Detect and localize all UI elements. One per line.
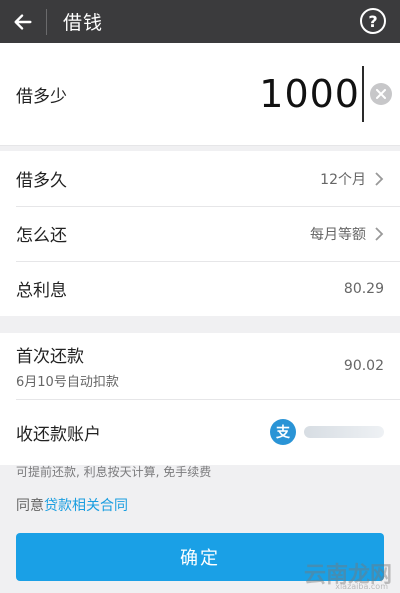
repayment-method-value: 每月等额 [310, 224, 384, 244]
amount-input[interactable]: 1000 [259, 66, 400, 122]
alipay-icon: 支 [270, 419, 296, 445]
masked-account-text [304, 426, 384, 438]
clear-x-icon [376, 89, 386, 99]
repayment-method-value-text: 每月等额 [310, 226, 366, 243]
clear-button[interactable] [370, 83, 392, 105]
contract-link[interactable]: 贷款相关合同 [44, 498, 128, 514]
first-payment-row: 首次还款 6月10号自动扣款 90.02 [0, 333, 400, 399]
account-row[interactable]: 收还款账户 支 [0, 399, 400, 465]
amount-card: 借多少 1000 [0, 43, 400, 146]
payment-card: 首次还款 6月10号自动扣款 90.02 收还款账户 支 [0, 333, 400, 465]
text-caret [362, 66, 364, 122]
agreement-prefix: 同意 [16, 498, 44, 514]
first-payment-label: 首次还款 [16, 347, 84, 367]
watermark-url: xiazaiba.com [335, 582, 388, 591]
repayment-method-label: 怎么还 [16, 226, 67, 246]
amount-row: 借多少 1000 [0, 43, 400, 146]
total-interest-label: 总利息 [16, 281, 67, 301]
back-arrow-icon [14, 13, 32, 30]
account-label: 收还款账户 [16, 424, 101, 445]
total-interest-row: 总利息 80.29 [0, 261, 400, 316]
amount-label: 借多少 [16, 86, 67, 107]
repayment-note: 可提前还款, 利息按天计算, 免手续费 [16, 465, 212, 479]
duration-row[interactable]: 借多久 12个月 [0, 151, 400, 206]
duration-label: 借多久 [16, 171, 67, 191]
loan-details-card: 借多久 12个月 怎么还 每月等额 总利息 80.29 [0, 151, 400, 316]
help-button[interactable]: ? [360, 8, 386, 34]
title-bar: 借钱 ? [0, 0, 400, 43]
title-separator [46, 8, 47, 35]
amount-value[interactable]: 1000 [259, 72, 360, 116]
duration-value-text: 12个月 [320, 171, 366, 188]
page-title: 借钱 [63, 12, 104, 34]
chevron-right-icon [375, 171, 384, 186]
agreement-line: 同意贷款相关合同 [16, 495, 128, 515]
first-payment-sub: 6月10号自动扣款 [16, 375, 119, 390]
first-payment-labels: 首次还款 6月10号自动扣款 [16, 342, 119, 390]
chevron-right-icon [375, 226, 384, 241]
total-interest-value: 80.29 [343, 280, 384, 297]
account-value: 支 [270, 419, 384, 445]
back-button[interactable] [0, 0, 46, 43]
help-icon: ? [368, 11, 378, 31]
first-payment-value: 90.02 [343, 358, 384, 374]
repayment-method-row[interactable]: 怎么还 每月等额 [0, 206, 400, 261]
duration-value: 12个月 [320, 169, 384, 189]
